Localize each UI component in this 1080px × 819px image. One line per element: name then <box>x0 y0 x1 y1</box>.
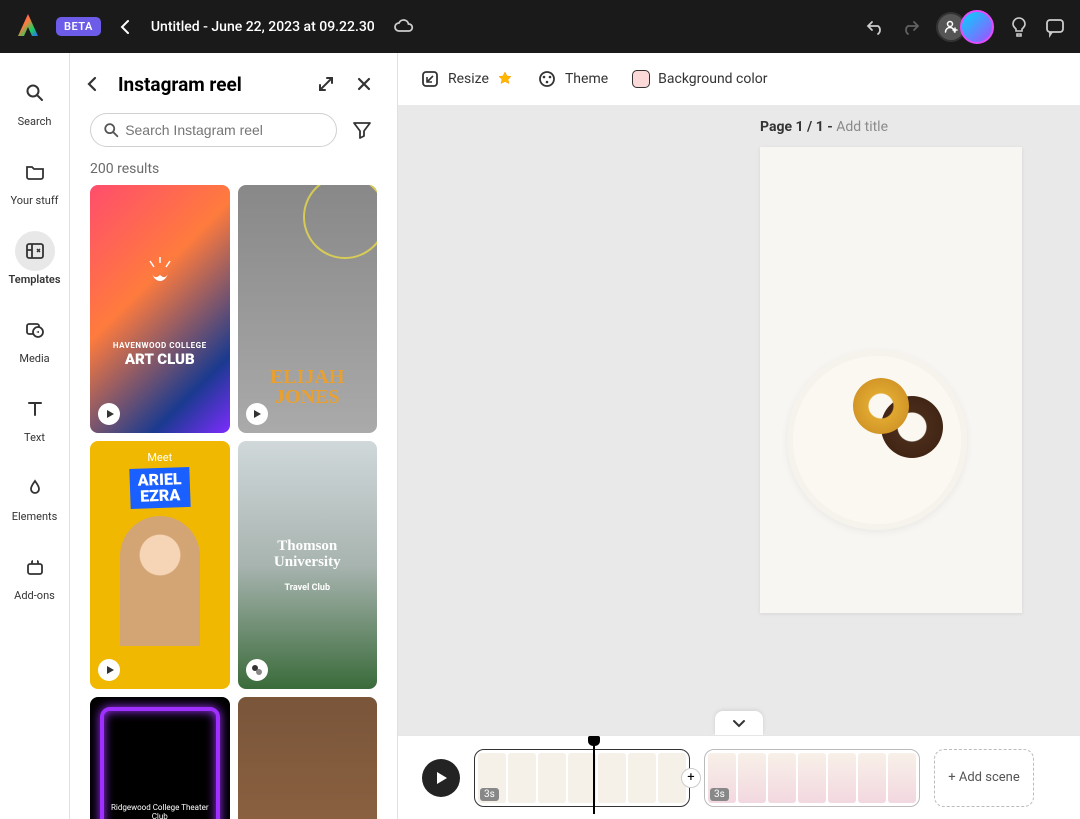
timeline-scene[interactable]: 3s + <box>474 749 690 807</box>
add-scene-button[interactable]: + Add scene <box>934 749 1034 807</box>
template-card[interactable] <box>238 697 378 819</box>
theme-button[interactable]: Theme <box>537 69 608 89</box>
canvas-workspace[interactable]: Page 1 / 1 - Add title <box>398 105 1080 735</box>
rail-search[interactable]: Search <box>0 65 69 144</box>
app-logo <box>14 12 44 42</box>
elements-icon <box>25 478 45 498</box>
timeline: 3s + 3s + Add scene <box>398 735 1080 819</box>
search-icon <box>103 121 119 139</box>
play-icon <box>98 659 120 681</box>
back-button[interactable] <box>113 14 139 40</box>
panel-title: Instagram reel <box>118 73 301 96</box>
results-count: 200 results <box>70 155 397 185</box>
current-user-avatar[interactable] <box>960 10 994 44</box>
canvas-image[interactable] <box>787 350 967 530</box>
play-icon <box>98 403 120 425</box>
search-icon <box>25 83 45 103</box>
play-button[interactable] <box>422 759 460 797</box>
panel-back-button[interactable] <box>80 71 106 97</box>
variant-icon <box>246 659 268 681</box>
document-title[interactable]: Untitled - June 22, 2023 at 09.22.30 <box>151 19 375 35</box>
bgcolor-swatch <box>632 70 650 88</box>
template-search-box[interactable] <box>90 113 337 147</box>
templates-panel: Instagram reel 200 results HAVENWOOD COL… <box>70 53 398 819</box>
timeline-scene[interactable]: 3s <box>704 749 920 807</box>
folder-icon <box>25 162 45 182</box>
template-card[interactable]: HAVENWOOD COLLEGE ART CLUB <box>90 185 230 433</box>
theme-icon <box>537 69 557 89</box>
text-icon <box>25 399 45 419</box>
add-frame-button[interactable]: + <box>681 768 701 788</box>
comments-icon[interactable] <box>1044 16 1066 38</box>
rail-media[interactable]: Media <box>0 302 69 381</box>
addons-icon <box>25 557 45 577</box>
template-card[interactable]: Thomson University Travel Club <box>238 441 378 689</box>
template-card[interactable]: Ridgewood College Theater Club SHOWSTOPP… <box>90 697 230 819</box>
chevron-down-icon <box>731 715 747 731</box>
playhead[interactable] <box>593 742 595 814</box>
play-icon <box>246 403 268 425</box>
top-app-bar: BETA Untitled - June 22, 2023 at 09.22.3… <box>0 0 1080 53</box>
scene-duration: 3s <box>710 788 729 801</box>
cloud-sync-icon[interactable] <box>393 16 415 38</box>
help-icon[interactable] <box>1008 16 1030 38</box>
scene-duration: 3s <box>480 788 499 801</box>
template-card[interactable]: ELIJAH JONES <box>238 185 378 433</box>
template-graphic <box>140 251 180 291</box>
rail-your-stuff[interactable]: Your stuff <box>0 144 69 223</box>
beta-badge: BETA <box>56 17 101 36</box>
premium-icon <box>497 71 513 87</box>
canvas-page[interactable] <box>760 147 1022 613</box>
panel-close-icon[interactable] <box>351 71 377 97</box>
redo-button[interactable] <box>900 16 922 38</box>
canvas-toolbar: Resize Theme Background color <box>398 53 1080 105</box>
undo-button[interactable] <box>864 16 886 38</box>
media-icon <box>25 320 45 340</box>
canvas-area: Resize Theme Background color Page 1 / 1… <box>398 53 1080 819</box>
rail-elements[interactable]: Elements <box>0 460 69 539</box>
rail-templates[interactable]: Templates <box>0 223 69 302</box>
collaborators[interactable] <box>936 10 994 44</box>
template-search-input[interactable] <box>125 122 324 138</box>
filter-button[interactable] <box>347 115 377 145</box>
templates-icon <box>25 241 45 261</box>
rail-text[interactable]: Text <box>0 381 69 460</box>
rail-addons[interactable]: Add-ons <box>0 539 69 618</box>
play-icon <box>434 771 448 785</box>
resize-icon <box>420 69 440 89</box>
collapse-timeline-button[interactable] <box>715 711 763 735</box>
page-indicator[interactable]: Page 1 / 1 - Add title <box>760 119 888 135</box>
bgcolor-button[interactable]: Background color <box>632 70 767 88</box>
resize-button[interactable]: Resize <box>420 69 513 89</box>
template-card[interactable]: Meet ARIELEZRA <box>90 441 230 689</box>
left-rail: Search Your stuff Templates Media Text E… <box>0 53 70 819</box>
panel-expand-icon[interactable] <box>313 71 339 97</box>
